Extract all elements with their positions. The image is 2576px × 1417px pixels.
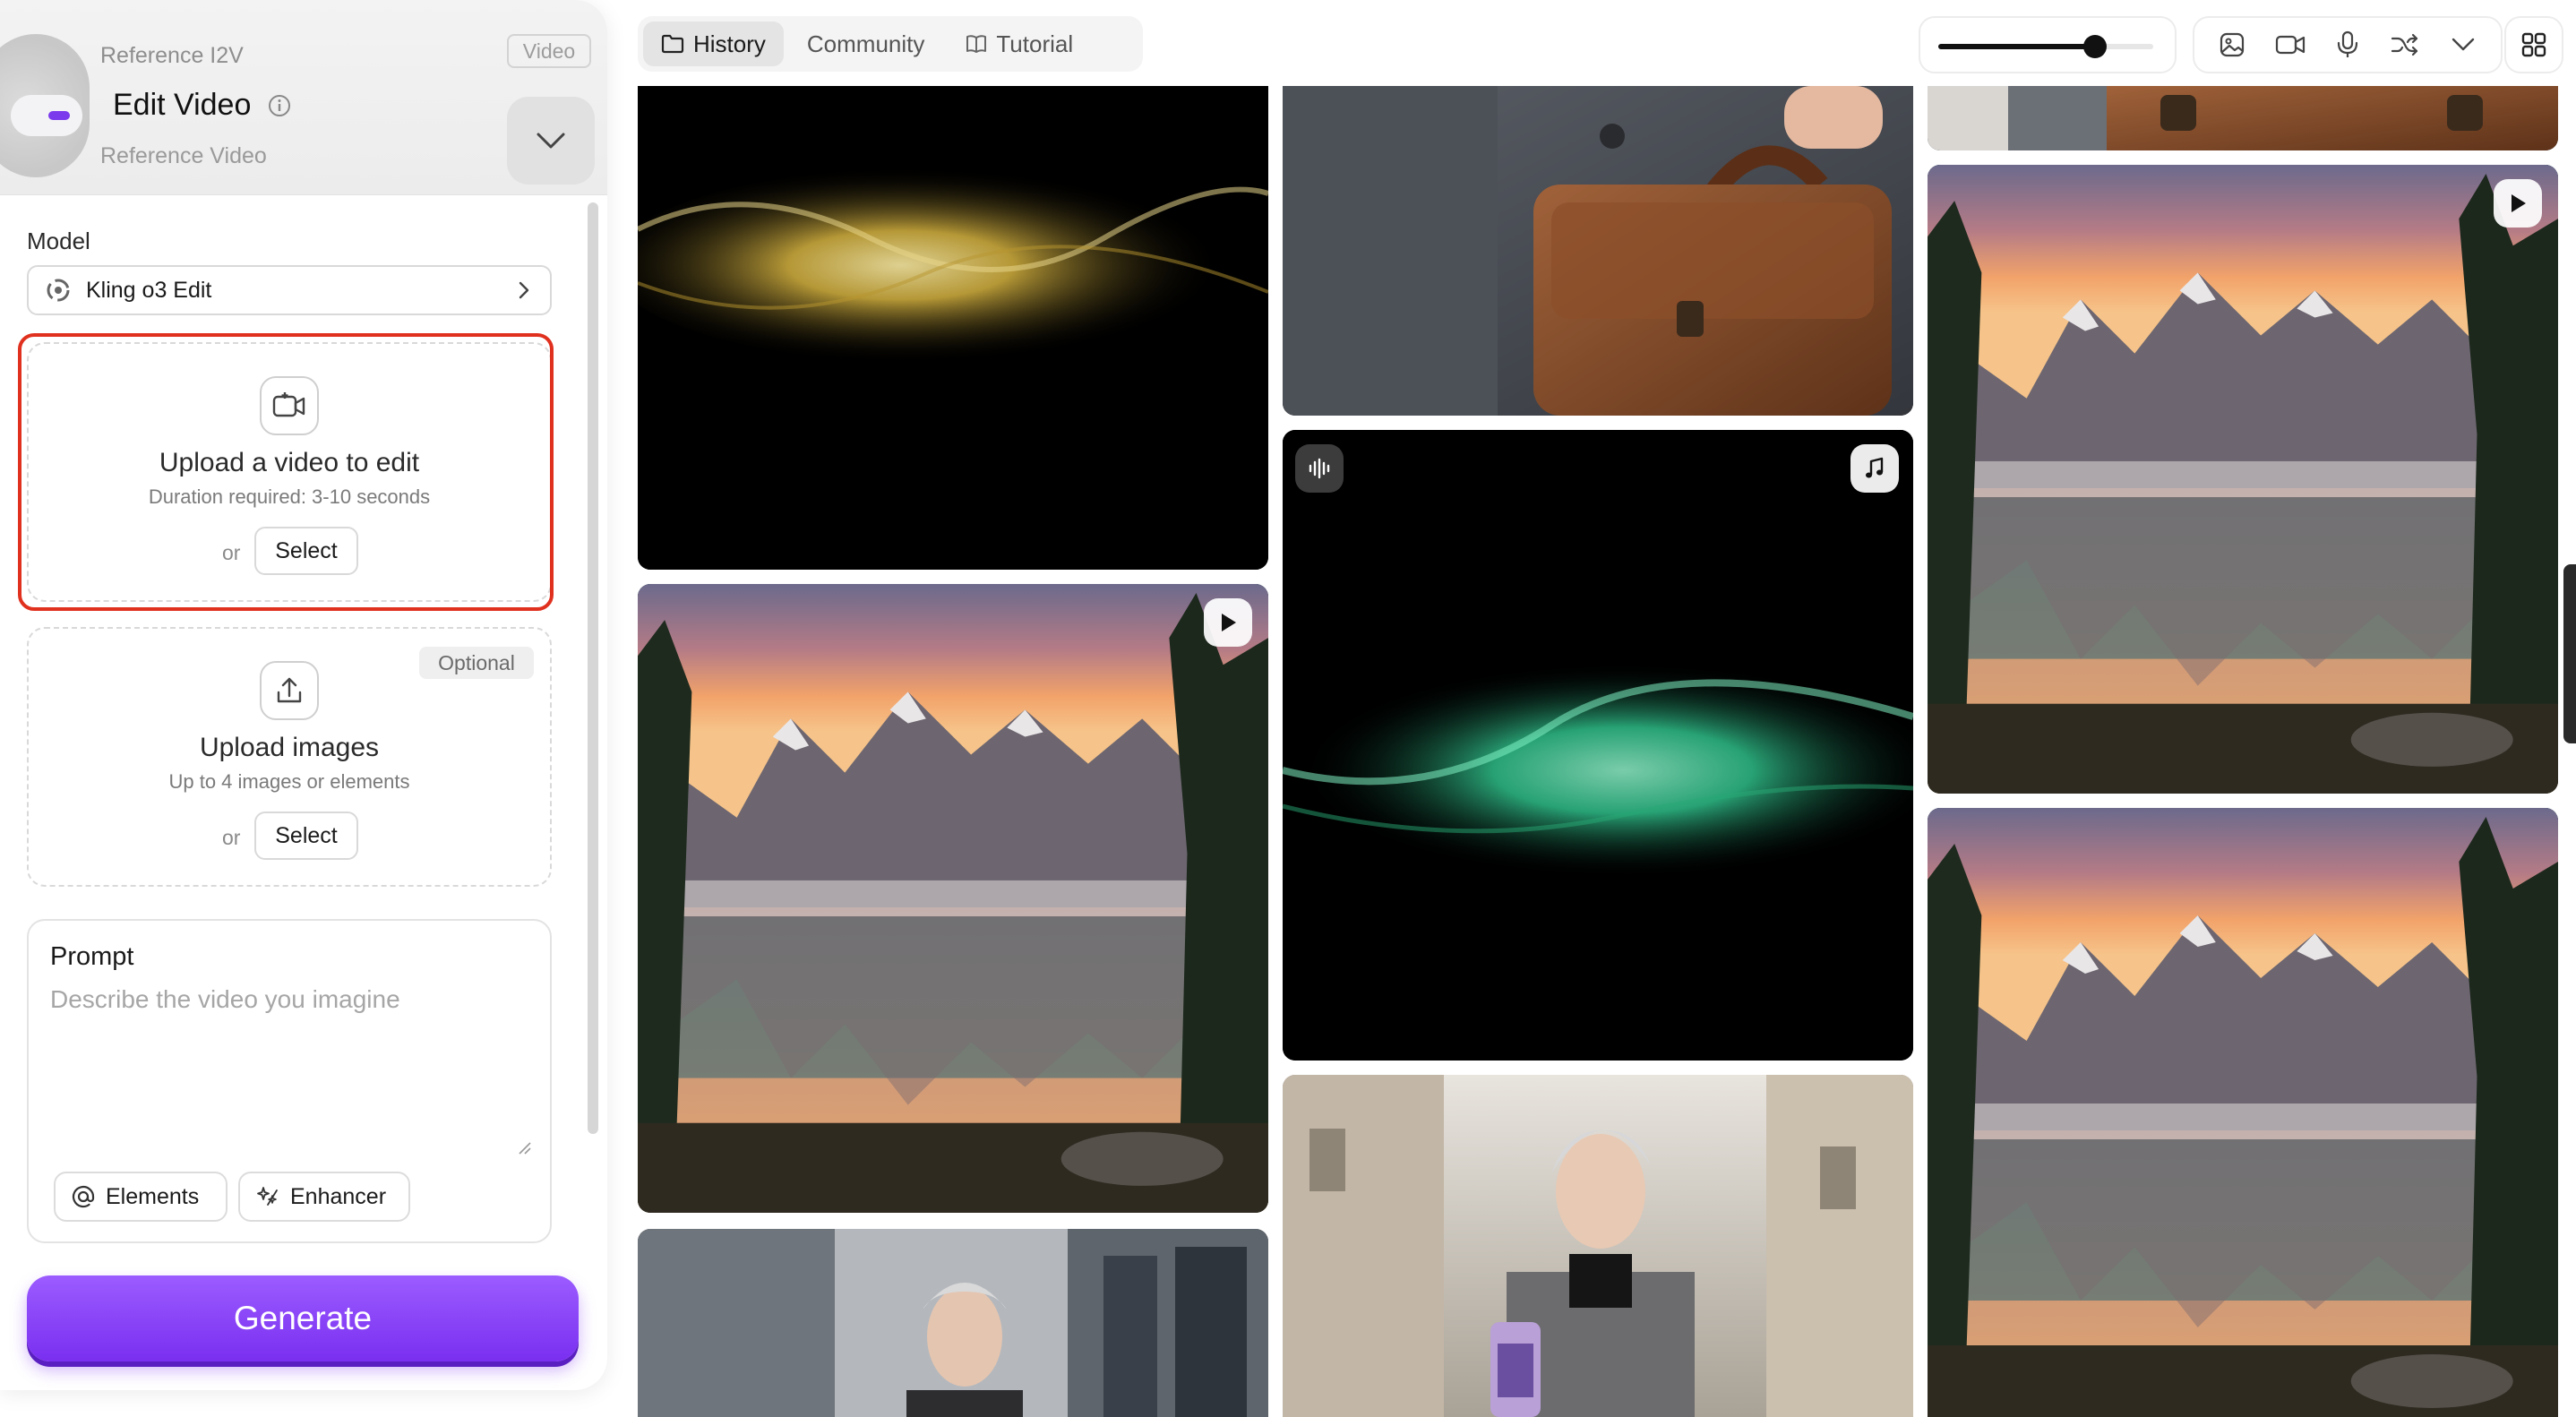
leather-bag-partial-thumbnail xyxy=(1928,86,2558,150)
upload-images-title: Upload images xyxy=(199,733,380,762)
mountain-lake-thumbnail xyxy=(1928,808,2558,1417)
upload-images-dropzone[interactable]: Optional Upload images Up to 4 images or… xyxy=(27,627,552,887)
green-wave-thumbnail xyxy=(1283,430,1913,1061)
panel-scrollbar[interactable] xyxy=(588,202,598,1134)
slider-track[interactable] xyxy=(1938,35,2153,58)
enhancer-label: Enhancer xyxy=(290,1183,387,1209)
shuffle-icon[interactable] xyxy=(2383,22,2427,67)
model-logo-icon xyxy=(47,279,70,302)
tab-community-label: Community xyxy=(806,30,925,57)
book-icon xyxy=(966,35,987,53)
page-title: Edit Video xyxy=(113,88,252,122)
video-upload-icon xyxy=(260,376,319,435)
mode-label: Reference I2V xyxy=(100,43,244,68)
mode-header[interactable]: Reference I2V Edit Video Reference Video… xyxy=(0,0,607,195)
prompt-label: Prompt xyxy=(50,942,134,971)
resize-handle-icon[interactable] xyxy=(516,1139,532,1155)
gallery-item-golden-wave[interactable] xyxy=(638,86,1268,570)
media-filters xyxy=(2193,16,2503,73)
gallery-tabs: History Community Tutorial xyxy=(638,16,1143,72)
image-filter-icon[interactable] xyxy=(2210,22,2254,67)
mountain-lake-thumbnail xyxy=(638,584,1268,1213)
gallery-item-mountain-lake-2[interactable] xyxy=(1928,165,2558,794)
tab-community[interactable]: Community xyxy=(789,21,942,66)
upload-images-subtitle: Up to 4 images or elements xyxy=(168,770,410,793)
tab-history[interactable]: History xyxy=(643,21,784,66)
play-icon[interactable] xyxy=(2494,179,2542,228)
tab-tutorial[interactable]: Tutorial xyxy=(948,21,1091,66)
upload-icon xyxy=(260,661,319,720)
gallery-item-mountain-lake[interactable] xyxy=(638,584,1268,1213)
thumbnail-size-slider[interactable] xyxy=(1919,16,2177,73)
mode-toggle-icon xyxy=(0,34,90,177)
prompt-box[interactable]: Prompt Describe the video you imagine El… xyxy=(27,919,552,1243)
model-name: Kling o3 Edit xyxy=(86,277,212,303)
side-drawer-handle[interactable] xyxy=(2563,564,2576,743)
at-sign-icon xyxy=(72,1185,95,1208)
select-video-button[interactable]: Select xyxy=(254,527,358,575)
gallery-item-mountain-lake-3[interactable] xyxy=(1928,808,2558,1417)
slider-knob[interactable] xyxy=(2083,35,2108,58)
sparkle-icon xyxy=(257,1187,278,1206)
grid-icon xyxy=(2521,32,2546,57)
gallery-item-portrait-street[interactable] xyxy=(638,1229,1268,1417)
audio-wave-icon xyxy=(1295,444,1344,493)
gallery-item-portrait-product[interactable] xyxy=(1283,1075,1913,1417)
model-select[interactable]: Kling o3 Edit xyxy=(27,265,552,315)
folder-icon xyxy=(661,34,684,54)
or-label: or xyxy=(222,826,241,849)
prompt-input[interactable]: Describe the video you imagine xyxy=(50,985,400,1014)
portrait-street-thumbnail xyxy=(638,1229,1268,1417)
chevron-right-icon xyxy=(519,281,529,299)
upload-video-subtitle: Duration required: 3-10 seconds xyxy=(148,485,431,508)
chevron-down-icon xyxy=(537,133,565,149)
mode-subtitle: Reference Video xyxy=(100,143,267,168)
mode-dropdown-button[interactable] xyxy=(507,97,595,185)
slider-fill xyxy=(1938,44,2096,49)
play-icon[interactable] xyxy=(1204,598,1252,647)
tab-tutorial-label: Tutorial xyxy=(996,30,1074,57)
music-note-icon xyxy=(1850,444,1899,493)
app-root: Reference I2V Edit Video Reference Video… xyxy=(0,0,2576,1417)
layout-toggle-button[interactable] xyxy=(2504,16,2563,73)
info-icon[interactable] xyxy=(267,93,292,118)
upload-video-title: Upload a video to edit xyxy=(159,448,420,477)
elements-button[interactable]: Elements xyxy=(54,1172,228,1222)
select-images-button[interactable]: Select xyxy=(254,812,358,860)
portrait-product-thumbnail xyxy=(1283,1075,1913,1417)
leather-bag-thumbnail xyxy=(1283,86,1913,416)
upload-video-dropzone[interactable]: Upload a video to edit Duration required… xyxy=(27,342,552,602)
or-label: or xyxy=(222,541,241,564)
gallery-item-leather-bag[interactable] xyxy=(1283,86,1913,416)
tab-history-label: History xyxy=(693,30,766,57)
video-filter-icon[interactable] xyxy=(2268,22,2313,67)
gallery-item-leather-bag-partial[interactable] xyxy=(1928,86,2558,150)
type-tag: Video xyxy=(507,34,591,68)
audio-filter-icon[interactable] xyxy=(2325,22,2370,67)
optional-badge: Optional xyxy=(419,647,534,679)
golden-wave-thumbnail xyxy=(638,86,1268,570)
mountain-lake-thumbnail xyxy=(1928,165,2558,794)
generate-button[interactable]: Generate xyxy=(27,1275,579,1361)
generation-panel: Reference I2V Edit Video Reference Video… xyxy=(0,0,607,1390)
elements-label: Elements xyxy=(106,1183,200,1209)
model-label: Model xyxy=(27,228,90,254)
enhancer-button[interactable]: Enhancer xyxy=(238,1172,410,1222)
chevron-down-icon[interactable] xyxy=(2441,22,2486,67)
gallery-item-green-wave[interactable] xyxy=(1283,430,1913,1061)
